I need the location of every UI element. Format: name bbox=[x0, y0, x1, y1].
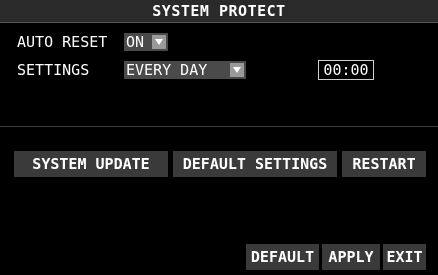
apply-button[interactable]: APPLY bbox=[322, 244, 380, 270]
exit-button[interactable]: EXIT bbox=[383, 244, 426, 270]
default-button[interactable]: DEFAULT bbox=[246, 244, 319, 270]
auto-reset-value: ON bbox=[126, 33, 145, 51]
dialog-title: SYSTEM PROTECT bbox=[0, 0, 438, 23]
auto-reset-select[interactable]: ON bbox=[124, 33, 168, 51]
divider bbox=[0, 126, 438, 127]
settings-frequency-select[interactable]: EVERY DAY bbox=[124, 61, 246, 79]
system-update-button[interactable]: SYSTEM UPDATE bbox=[14, 151, 168, 177]
auto-reset-label: AUTO RESET bbox=[17, 33, 108, 51]
chevron-down-icon[interactable] bbox=[230, 63, 244, 77]
settings-frequency-value: EVERY DAY bbox=[126, 61, 208, 79]
settings-time-input[interactable]: 00:00 bbox=[318, 60, 374, 80]
default-settings-button[interactable]: DEFAULT SETTINGS bbox=[173, 151, 337, 177]
restart-button[interactable]: RESTART bbox=[342, 151, 426, 177]
chevron-down-icon[interactable] bbox=[152, 35, 166, 49]
system-protect-dialog: SYSTEM PROTECT AUTO RESET ON SETTINGS EV… bbox=[0, 0, 438, 275]
settings-label: SETTINGS bbox=[17, 61, 90, 79]
